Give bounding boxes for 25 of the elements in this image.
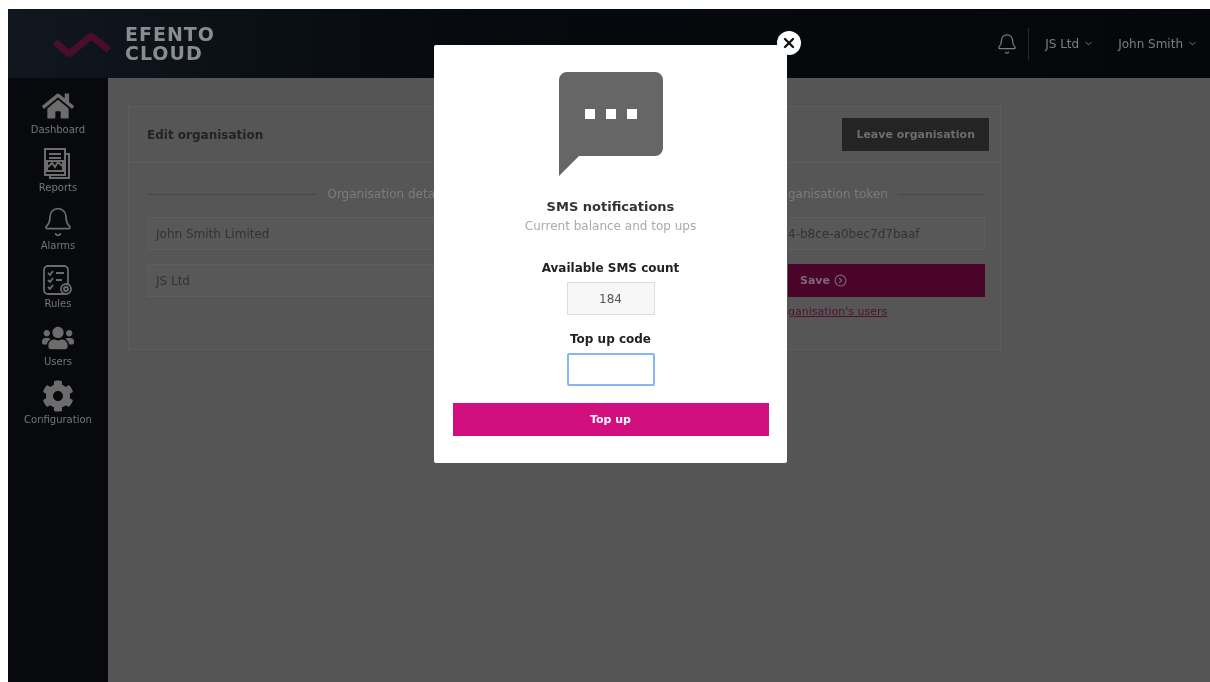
top-up-button[interactable]: Top up bbox=[452, 403, 769, 436]
checklist-gear-icon bbox=[42, 264, 74, 296]
chat-bubble-icon bbox=[558, 72, 663, 177]
sidebar-item[interactable]: Configuration bbox=[8, 380, 108, 425]
save-button[interactable]: Save bbox=[788, 264, 985, 297]
count-label: Available SMS count bbox=[541, 261, 680, 275]
sidebar-item[interactable]: Alarms bbox=[8, 206, 108, 251]
dialog-title: SMS notifications bbox=[546, 199, 675, 214]
bell-icon bbox=[42, 206, 74, 238]
organisation-menu[interactable]: JS Ltd bbox=[1033, 36, 1107, 51]
code-label: Top up code bbox=[570, 332, 651, 346]
sidebar-item[interactable]: Reports bbox=[8, 148, 108, 193]
input-field[interactable] bbox=[566, 353, 655, 386]
user-menu[interactable]: John Smith bbox=[1106, 36, 1210, 51]
sms-count-field: 184 bbox=[566, 282, 655, 315]
close-icon bbox=[781, 35, 797, 51]
sidebar-item[interactable]: Rules bbox=[8, 264, 108, 309]
logo-text: EFENTO CLOUD bbox=[125, 24, 215, 63]
sidebar-item[interactable]: Dashboard bbox=[8, 90, 108, 135]
report-icon bbox=[43, 148, 73, 180]
dialog-subtitle: Current balance and top ups bbox=[524, 219, 697, 233]
leave-organisation-button[interactable]: Leave organisation bbox=[842, 118, 989, 151]
bell-icon[interactable] bbox=[996, 32, 1019, 55]
sidebar-item[interactable]: Users bbox=[8, 322, 108, 367]
settings-icon bbox=[42, 380, 74, 412]
